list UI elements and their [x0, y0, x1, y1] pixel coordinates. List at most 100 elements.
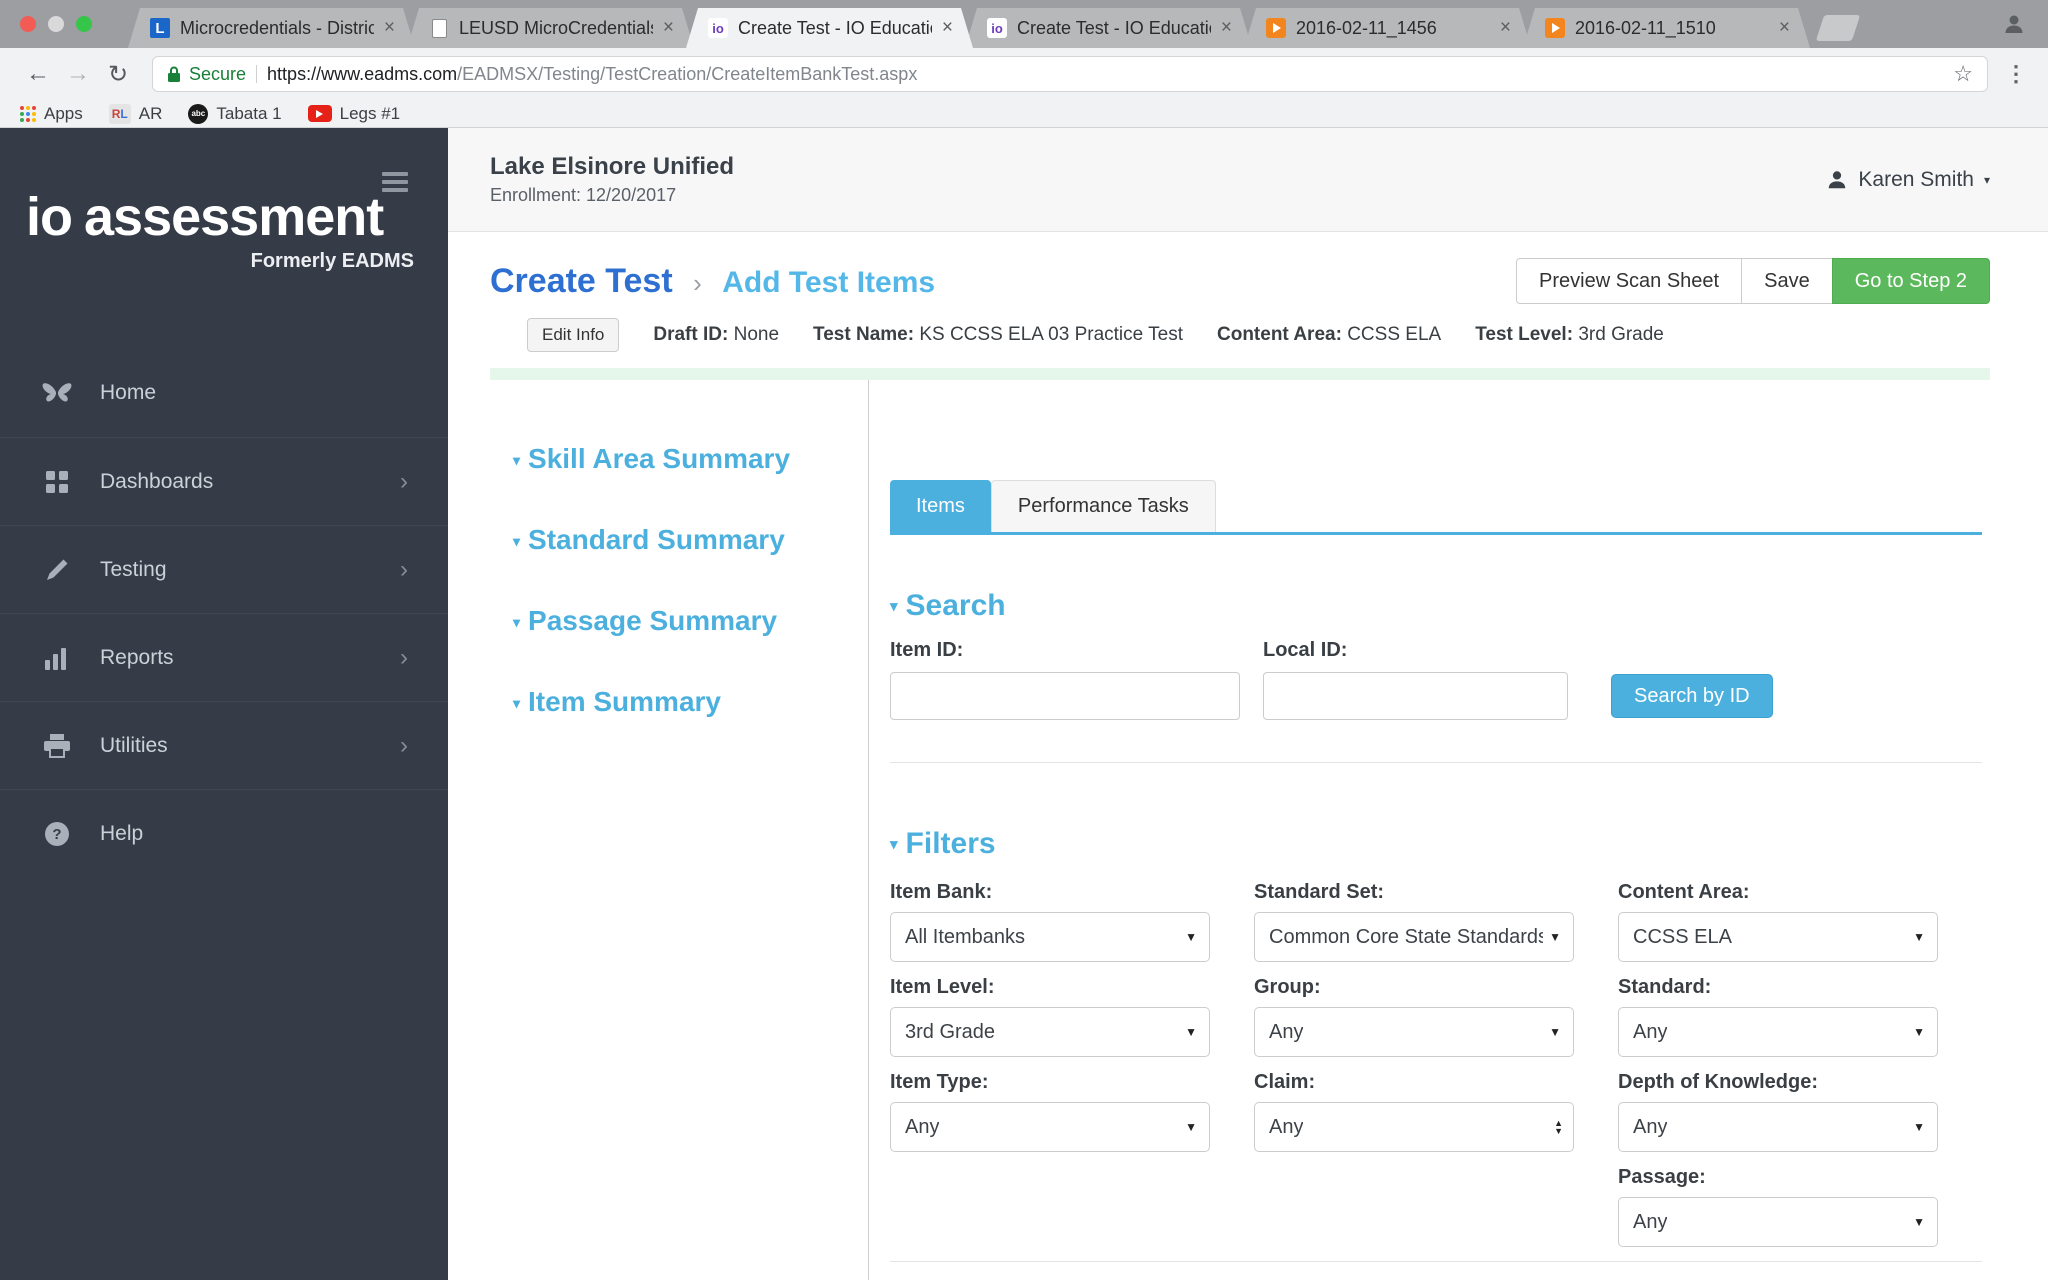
dashboard-grid-icon: [40, 470, 74, 493]
select-value: Any: [1269, 1115, 1304, 1138]
browser-tab-leusd[interactable]: LEUSD MicroCredentials ×: [407, 8, 694, 48]
field-label: Draft ID:: [653, 324, 729, 345]
chevron-right-icon: ›: [400, 731, 408, 759]
bookmark-legs[interactable]: Legs #1: [307, 103, 401, 124]
rl-badge-icon: RL: [108, 103, 131, 124]
app-logo: io assessment Formerly EADMS: [0, 128, 448, 273]
progress-band: [490, 368, 1990, 380]
bookmark-star-icon[interactable]: ☆: [1953, 61, 1973, 87]
bookmark-ar[interactable]: RL AR: [108, 103, 162, 124]
user-menu[interactable]: Karen Smith ▾: [1826, 168, 1990, 192]
sidebar-item-home[interactable]: Home: [0, 349, 448, 437]
filters-grid: Item Bank: All Itembanks ▼ Standard Set: …: [890, 881, 1982, 1247]
bookmark-apps[interactable]: Apps: [20, 104, 83, 124]
summary-panel: ▾ Skill Area Summary ▾ Standard Summary ▾ P…: [448, 380, 868, 1280]
field-value: None: [733, 324, 780, 345]
logo-name-text: assessment: [84, 187, 384, 247]
browser-profile-icon[interactable]: [2002, 12, 2026, 36]
zoom-window-button[interactable]: [76, 16, 92, 32]
preview-scan-sheet-button[interactable]: Preview Scan Sheet: [1516, 258, 1743, 304]
go-to-step-2-button[interactable]: Go to Step 2: [1831, 258, 1990, 304]
group-select[interactable]: Any ▼: [1254, 1007, 1574, 1057]
tab-title: Create Test - IO Education: [738, 17, 932, 38]
tab-title: Create Test - IO Education: [1017, 17, 1211, 38]
caret-down-icon: ▼: [1913, 1025, 1925, 1039]
content-area-field: Content Area: CCSS ELA: [1217, 324, 1441, 346]
filters-heading[interactable]: ▾ Filters: [890, 827, 1982, 861]
item-id-input[interactable]: [890, 672, 1240, 720]
hamburger-menu-icon[interactable]: [382, 172, 408, 196]
browser-tab-1510[interactable]: 2016-02-11_1510 ×: [1523, 8, 1810, 48]
browser-menu-icon[interactable]: ⋮: [2002, 61, 2030, 87]
caret-down-icon: ▾: [890, 598, 898, 615]
breadcrumb-create-test[interactable]: Create Test: [490, 262, 673, 300]
item-level-select[interactable]: 3rd Grade ▼: [890, 1007, 1210, 1057]
browser-tab-1456[interactable]: 2016-02-11_1456 ×: [1244, 8, 1531, 48]
search-row: Item ID: Local ID: Search by ID: [890, 639, 1982, 720]
group-filter: Group: Any ▼: [1254, 976, 1574, 1057]
filter-label: Item Level:: [890, 976, 995, 998]
standard-select[interactable]: Any ▼: [1618, 1007, 1938, 1057]
tab-close-icon[interactable]: ×: [384, 17, 395, 39]
passage-select[interactable]: Any ▼: [1618, 1197, 1938, 1247]
field-value: KS CCSS ELA 03 Practice Test: [919, 324, 1183, 345]
depth-of-knowledge-select[interactable]: Any ▼: [1618, 1102, 1938, 1152]
standard-set-select[interactable]: Common Core State Standards ▼: [1254, 912, 1574, 962]
sidebar-item-utilities[interactable]: Utilities ›: [0, 701, 448, 789]
sidebar-item-testing[interactable]: Testing ›: [0, 525, 448, 613]
tab-title: 2016-02-11_1456: [1296, 17, 1437, 38]
summary-link-label: Passage Summary: [528, 605, 778, 636]
test-level-field: Test Level: 3rd Grade: [1475, 324, 1664, 346]
tab-close-icon[interactable]: ×: [1221, 17, 1232, 39]
search-heading[interactable]: ▾ Search: [890, 589, 1982, 623]
browser-tab-create-test[interactable]: io Create Test - IO Education ×: [965, 8, 1252, 48]
tab-close-icon[interactable]: ×: [663, 17, 674, 39]
item-bank-select[interactable]: All Itembanks ▼: [890, 912, 1210, 962]
save-button[interactable]: Save: [1741, 258, 1833, 304]
select-value: All Itembanks: [905, 925, 1026, 948]
local-id-input[interactable]: [1263, 672, 1568, 720]
caret-down-icon: ▼: [1913, 930, 1925, 944]
user-name: Karen Smith: [1858, 167, 1974, 191]
tab-close-icon[interactable]: ×: [1779, 17, 1790, 39]
address-bar[interactable]: Secure https://www.eadms.com /EADMSX/Tes…: [152, 56, 1988, 92]
tab-title: 2016-02-11_1510: [1575, 17, 1716, 38]
breadcrumb-add-test-items: Add Test Items: [722, 265, 936, 299]
sidebar-item-reports[interactable]: Reports ›: [0, 613, 448, 701]
field-label: Content Area:: [1217, 324, 1342, 345]
forward-icon[interactable]: →: [58, 60, 98, 88]
skill-area-summary-link[interactable]: ▾ Skill Area Summary: [513, 440, 813, 479]
browser-tab-create-test-active[interactable]: io Create Test - IO Education ×: [686, 8, 973, 48]
close-window-button[interactable]: [20, 16, 36, 32]
bookmark-label: Legs #1: [339, 103, 401, 123]
browser-tab-microcredentials[interactable]: L Microcredentials - District D ×: [128, 8, 415, 48]
caret-down-icon: ▼: [1185, 930, 1197, 944]
tab-close-icon[interactable]: ×: [1500, 17, 1511, 39]
tab-items[interactable]: Items: [890, 480, 991, 532]
edit-info-button[interactable]: Edit Info: [527, 318, 620, 352]
minimize-window-button[interactable]: [48, 16, 64, 32]
url-host: https://www.eadms.com: [267, 63, 458, 84]
tab-close-icon[interactable]: ×: [942, 17, 953, 39]
back-icon[interactable]: ←: [18, 60, 58, 88]
search-heading-label: Search: [905, 589, 1006, 622]
item-type-select[interactable]: Any ▼: [890, 1102, 1210, 1152]
reload-icon[interactable]: ↻: [98, 60, 138, 89]
content-area-select[interactable]: CCSS ELA ▼: [1618, 912, 1938, 962]
search-by-id-button[interactable]: Search by ID: [1611, 674, 1773, 718]
bookmark-tabata[interactable]: abc Tabata 1: [188, 103, 282, 124]
tab-performance-tasks[interactable]: Performance Tasks: [990, 480, 1216, 532]
standard-summary-link[interactable]: ▾ Standard Summary: [513, 521, 813, 560]
browser-toolbar: ← → ↻ Secure https://www.eadms.com /EADM…: [0, 48, 2048, 100]
item-summary-link[interactable]: ▾ Item Summary: [513, 683, 813, 722]
new-tab-button[interactable]: [1815, 15, 1861, 41]
passage-summary-link[interactable]: ▾ Passage Summary: [513, 602, 813, 641]
sidebar-item-help[interactable]: ? Help: [0, 789, 448, 877]
sidebar-item-dashboards[interactable]: Dashboards ›: [0, 437, 448, 525]
app-window: io assessment Formerly EADMS Home Dashboa…: [0, 128, 2048, 1280]
field-label: Test Level:: [1475, 324, 1574, 345]
item-search-panel: Items Performance Tasks ▾ Search Item ID:…: [869, 380, 2048, 1280]
test-info-row: Edit Info Draft ID: None Test Name: KS C…: [448, 318, 2048, 352]
claim-select[interactable]: Any ▲ ▼: [1254, 1102, 1574, 1152]
sidebar: io assessment Formerly EADMS Home Dashboa…: [0, 128, 448, 1280]
